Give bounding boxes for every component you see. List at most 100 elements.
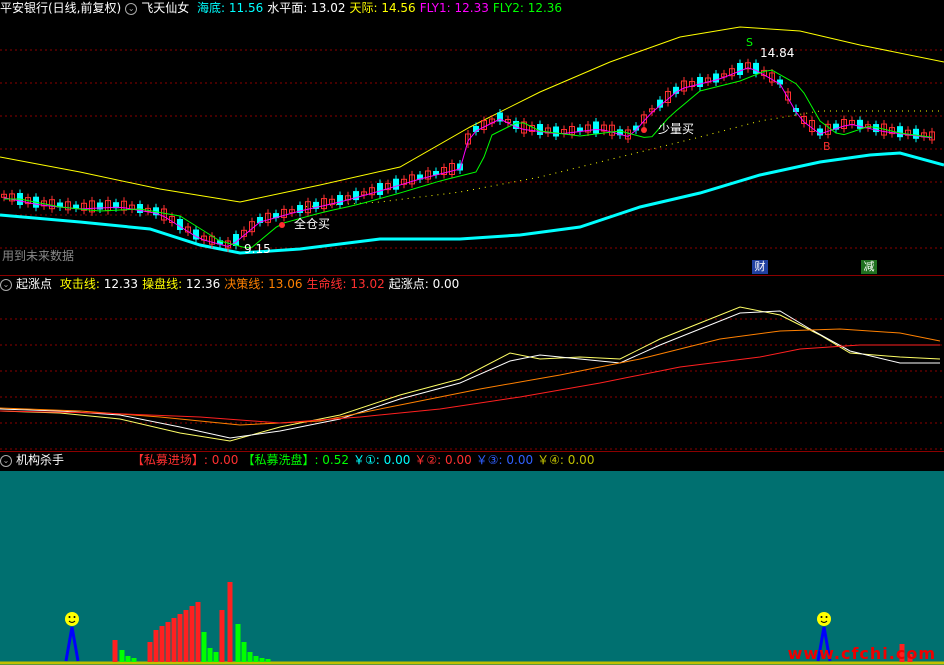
watermark: www.cfchi.com <box>787 644 936 663</box>
sky-line <box>0 26 944 203</box>
candle-body <box>577 127 583 132</box>
fly-item-value-4: 12.36 <box>523 1 563 15</box>
jgss-item-value-1: 0.52 <box>318 453 350 467</box>
qzd-item-label-2: 决策线: <box>224 277 265 291</box>
finance-badge[interactable]: 财 <box>752 260 768 274</box>
jgss-item-label-0: 【私募进场】: <box>131 453 208 467</box>
qzd-item-value-0: 12.33 <box>99 277 139 291</box>
collapse-icon[interactable]: ⌄ <box>0 278 12 291</box>
bar <box>177 614 183 662</box>
smiley-figure-left-leg <box>70 626 80 662</box>
bar <box>207 648 213 662</box>
candle-body <box>913 128 919 139</box>
qzd-item-label-3: 生命线: <box>306 277 347 291</box>
smiley-figure-left-leg <box>64 626 74 662</box>
buy-little-dot <box>641 127 647 133</box>
bar <box>159 626 165 662</box>
smiley-figure-left-eye <box>73 616 76 618</box>
qzd-item-value-4: 0.00 <box>428 277 460 291</box>
jgss-item-label-2: ￥①: <box>353 453 380 467</box>
life-line <box>0 344 940 424</box>
bar <box>241 642 247 662</box>
bar <box>189 606 195 662</box>
bar <box>147 642 153 662</box>
smiley-figure-right-eye <box>820 616 823 618</box>
bar <box>259 658 265 662</box>
panel1-header: 平安银行(日线,前复权) ⌄ 飞天仙女 海底: 11.56 水平面: 13.02 天际:… <box>0 0 570 16</box>
qzd-item-label-0: 攻击线: <box>59 277 100 291</box>
candle-body <box>897 126 903 138</box>
indicator-chart-qizhangdian[interactable] <box>0 293 944 451</box>
candle-body <box>697 77 703 87</box>
high-price-label: 14.84 <box>760 46 795 60</box>
bar <box>219 610 225 662</box>
candle-body <box>393 178 399 190</box>
low-price-label: 9.15 <box>244 242 271 256</box>
bar <box>247 652 253 662</box>
attack-line <box>0 306 941 442</box>
qzd-item-value-1: 12.36 <box>182 277 221 291</box>
fly2-line <box>4 69 933 248</box>
smiley-figure-left-eye <box>68 616 71 618</box>
bar <box>171 618 177 662</box>
qzd-item-label-1: 操盘线: <box>142 277 183 291</box>
qzd-item-value-3: 13.02 <box>346 277 385 291</box>
bar <box>165 622 171 662</box>
fly-item-value-1: 13.02 <box>307 1 346 15</box>
bar <box>183 610 189 662</box>
fly-item-value-2: 14.56 <box>377 1 416 15</box>
bar <box>195 602 201 662</box>
buy-all-signal: 全仓买 <box>294 217 331 231</box>
jgss-item-value-2: 0.00 <box>379 453 411 467</box>
institution-killer-bars <box>0 582 944 665</box>
jgss-item-value-4: 0.00 <box>502 453 534 467</box>
fly-item-value-3: 12.33 <box>450 1 489 15</box>
candle-body <box>553 126 559 137</box>
fly-item-label-1: 水平面: <box>267 1 308 15</box>
stock-title[interactable]: 平安银行(日线,前复权) <box>0 1 121 15</box>
bar <box>153 630 159 662</box>
smiley-figure-left-face-icon <box>65 612 79 626</box>
bar <box>125 656 131 662</box>
candle-body <box>337 195 343 205</box>
qzd-item-label-4: 起涨点: <box>388 277 429 291</box>
bar <box>201 632 207 662</box>
smiley-figure-right-eye <box>825 616 828 618</box>
fly-item-label-0: 海底: <box>197 1 226 15</box>
fly1-line <box>3 67 933 248</box>
candle-body <box>377 183 383 195</box>
jgss-item-label-1: 【私募洗盘】: <box>242 453 319 467</box>
collapse-icon[interactable]: ⌄ <box>0 454 12 467</box>
collapse-icon[interactable]: ⌄ <box>125 2 138 15</box>
bar <box>265 659 271 662</box>
indicator-name[interactable]: 飞天仙女 <box>141 1 189 15</box>
bar <box>253 656 259 662</box>
bar <box>227 582 233 662</box>
reduce-badge[interactable]: 减 <box>861 260 877 274</box>
panel2-title[interactable]: 起涨点 <box>16 277 52 291</box>
main-price-chart[interactable] <box>0 17 944 275</box>
jgss-item-label-4: ￥③: <box>475 453 503 467</box>
jgss-item-value-3: 0.00 <box>441 453 472 467</box>
fly-item-label-4: FLY2: <box>492 1 524 15</box>
fly-item-label-3: FLY1: <box>419 1 451 15</box>
sea-floor-line <box>0 151 944 255</box>
bar <box>213 652 219 662</box>
bar <box>235 624 241 662</box>
buy-little-signal: 少量买 <box>658 122 695 136</box>
future-data-note: 用到未来数据 <box>2 249 75 263</box>
panel3-title[interactable]: 机构杀手 <box>16 453 64 467</box>
sell-s-mark: S <box>746 36 753 49</box>
bar <box>119 650 125 662</box>
jgss-item-value-0: 0.00 <box>207 453 239 467</box>
fly-item-value-0: 11.56 <box>225 1 264 15</box>
candle-body <box>737 63 743 75</box>
decision-line <box>0 328 941 426</box>
jgss-item-value-5: 0.00 <box>563 453 595 467</box>
candle-body <box>73 204 79 209</box>
panel3-header: ⌄ 机构杀手 【私募进场】: 0.00 【私募洗盘】: 0.52 ￥①: 0.00 ￥②… <box>0 452 602 468</box>
bar <box>131 658 137 662</box>
smiley-figure-right-face-icon <box>817 612 831 626</box>
jgss-item-label-5: ￥④: <box>537 453 564 467</box>
buy-b-mark: B <box>823 140 831 153</box>
